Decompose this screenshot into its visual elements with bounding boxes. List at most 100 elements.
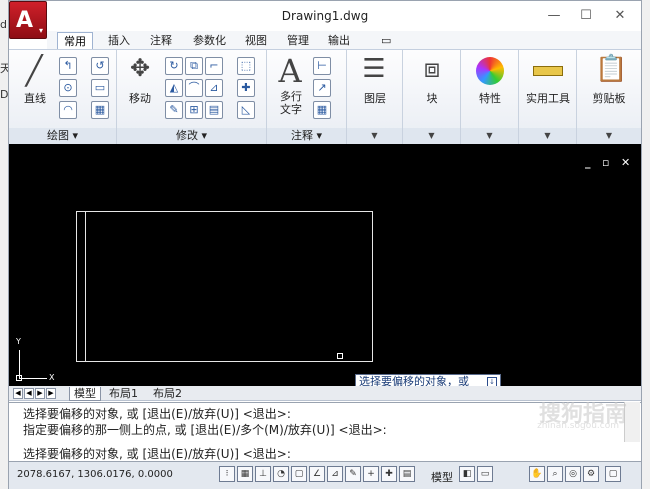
polyline-icon[interactable]: ↰ bbox=[59, 57, 77, 75]
modify-panel-label[interactable]: 修改 ▾ bbox=[117, 128, 266, 144]
dyn-icon[interactable]: ✎ bbox=[345, 466, 361, 482]
steeringwheel-icon[interactable]: ◎ bbox=[565, 466, 581, 482]
explode-icon[interactable]: ✚ bbox=[237, 79, 255, 97]
chevron-down-icon[interactable]: ▼ bbox=[461, 128, 518, 144]
chevron-down-icon[interactable]: ▼ bbox=[519, 128, 576, 144]
tab-output[interactable]: 输出 bbox=[322, 32, 356, 49]
drawn-rectangle[interactable] bbox=[76, 211, 373, 362]
first-tab-icon[interactable]: ◀ bbox=[13, 388, 23, 399]
copy-icon[interactable]: ⧉ bbox=[185, 57, 203, 75]
offset-line[interactable] bbox=[85, 211, 86, 362]
quickview-drawings-icon[interactable]: ▭ bbox=[477, 466, 493, 482]
sc-icon[interactable]: ▤ bbox=[399, 466, 415, 482]
command-history-line: 选择要偏移的对象, 或 [退出(E)/放弃(U)] <退出>: bbox=[23, 407, 291, 421]
tab-layout1[interactable]: 布局1 bbox=[105, 387, 142, 401]
move-button[interactable]: 移动 bbox=[121, 90, 159, 106]
trim-icon[interactable]: ⌐ bbox=[205, 57, 223, 75]
offset-icon[interactable]: ▤ bbox=[205, 101, 223, 119]
application-menu-button[interactable]: A ▾ bbox=[9, 1, 47, 39]
array-icon[interactable]: ⊞ bbox=[185, 101, 203, 119]
chevron-down-icon[interactable]: ▼ bbox=[403, 128, 460, 144]
utilities-panel[interactable]: 实用工具 ▼ bbox=[519, 50, 577, 144]
dimension-icon[interactable]: ⊢ bbox=[313, 57, 331, 75]
layers-panel[interactable]: ☰ 图层 ▼ bbox=[347, 50, 403, 144]
properties-panel[interactable]: 特性 ▼ bbox=[461, 50, 519, 144]
model-space-label[interactable]: 模型 bbox=[427, 469, 457, 485]
move-icon[interactable]: ✥ bbox=[123, 54, 157, 82]
leader-icon[interactable]: ↗ bbox=[313, 79, 331, 97]
fullscreen-icon[interactable]: ▢ bbox=[605, 466, 621, 482]
properties-label: 特性 bbox=[479, 92, 501, 105]
ortho-icon[interactable]: ⊥ bbox=[255, 466, 271, 482]
mtext-icon[interactable]: A bbox=[275, 52, 305, 90]
last-tab-icon[interactable]: ▶ bbox=[46, 388, 56, 399]
chamfer-icon[interactable]: ◺ bbox=[237, 101, 255, 119]
lineweight-icon[interactable]: + bbox=[363, 466, 379, 482]
autocad-logo-icon: A bbox=[16, 8, 34, 33]
pan-icon[interactable]: ✋ bbox=[529, 466, 545, 482]
tab-annotate[interactable]: 注释 bbox=[144, 32, 178, 49]
close-button[interactable]: ✕ bbox=[605, 5, 635, 27]
tab-layout2[interactable]: 布局2 bbox=[149, 387, 186, 401]
minimize-button[interactable]: — bbox=[539, 5, 569, 27]
ribbon: ╱ 直线 ↰ ⊙ ◠ ↺ ▭ ▦ 绘图 ▾ ✥ 移动 ↻ ⧉ ⌐ ⬚ ◭ ⌒ ⊿ bbox=[9, 49, 641, 144]
rotate-icon[interactable]: ↻ bbox=[165, 57, 183, 75]
utilities-label: 实用工具 bbox=[526, 92, 570, 105]
layers-icon: ☰ bbox=[362, 54, 386, 84]
fillet-icon[interactable]: ⌒ bbox=[185, 79, 203, 97]
stretch-icon[interactable]: ⬚ bbox=[237, 57, 255, 75]
grip-marker[interactable] bbox=[337, 353, 343, 359]
prev-tab-icon[interactable]: ◀ bbox=[24, 388, 34, 399]
mirror-icon[interactable]: ◭ bbox=[165, 79, 183, 97]
draw-panel-label[interactable]: 绘图 ▾ bbox=[9, 128, 116, 144]
line-button[interactable]: 直线 bbox=[13, 90, 57, 106]
viewport-restore-icon[interactable]: ▫ bbox=[602, 156, 609, 169]
tab-parametric[interactable]: 参数化 bbox=[187, 32, 232, 49]
tab-view[interactable]: 视图 bbox=[239, 32, 273, 49]
clipboard-panel[interactable]: 📋 剪贴板 ▼ bbox=[577, 50, 641, 144]
rectangle-icon[interactable]: ▭ bbox=[91, 79, 109, 97]
arc-icon[interactable]: ◠ bbox=[59, 101, 77, 119]
quickview-layouts-icon[interactable]: ◧ bbox=[459, 466, 475, 482]
block-panel[interactable]: ⧈ 块 ▼ bbox=[403, 50, 461, 144]
viewport-close-icon[interactable]: ✕ bbox=[621, 156, 630, 169]
annotation-panel: A 多行 文字 ⊢ ↗ ▦ 注释 ▾ bbox=[267, 50, 347, 144]
mtext-button[interactable]: 多行 文字 bbox=[273, 90, 309, 116]
viewport-minimize-icon[interactable]: _ bbox=[585, 156, 591, 169]
modify-panel: ✥ 移动 ↻ ⧉ ⌐ ⬚ ◭ ⌒ ⊿ ✚ ✎ ⊞ ▤ ◺ 修改 ▾ bbox=[117, 50, 267, 144]
annotation-panel-label[interactable]: 注释 ▾ bbox=[267, 128, 346, 144]
polar-icon[interactable]: ◔ bbox=[273, 466, 289, 482]
next-tab-icon[interactable]: ▶ bbox=[35, 388, 45, 399]
hatch-icon[interactable]: ▦ bbox=[91, 101, 109, 119]
qp-icon[interactable]: ✚ bbox=[381, 466, 397, 482]
chevron-down-icon[interactable]: ▼ bbox=[347, 128, 402, 144]
drawing-canvas[interactable]: _ ▫ ✕ Y X 选择要偏移的对象，或 ↓ bbox=[9, 144, 641, 390]
chevron-down-icon: ▾ bbox=[38, 26, 43, 35]
draw-panel: ╱ 直线 ↰ ⊙ ◠ ↺ ▭ ▦ 绘图 ▾ bbox=[9, 50, 117, 144]
undo-icon[interactable]: ↺ bbox=[91, 57, 109, 75]
command-history-line: 指定要偏移的那一侧上的点, 或 [退出(E)/多个(M)/放弃(U)] <退出>… bbox=[23, 423, 387, 437]
line-icon[interactable]: ╱ bbox=[19, 54, 49, 87]
otrack-icon[interactable]: ∠ bbox=[309, 466, 325, 482]
maximize-button[interactable]: ☐ bbox=[571, 5, 601, 27]
snap-icon[interactable]: ⁝ bbox=[219, 466, 235, 482]
table-icon[interactable]: ▦ bbox=[313, 101, 331, 119]
tab-insert[interactable]: 插入 bbox=[102, 32, 136, 49]
ucs-x-label: X bbox=[49, 373, 55, 382]
circle-icon[interactable]: ⊙ bbox=[59, 79, 77, 97]
zoom-icon[interactable]: ⌕ bbox=[547, 466, 563, 482]
ducs-icon[interactable]: ⊿ bbox=[327, 466, 343, 482]
autocad-window: Drawing1.dwg — ☐ ✕ A ▾ 常用 插入 注释 参数化 视图 管… bbox=[8, 0, 642, 489]
erase-icon[interactable]: ✎ bbox=[165, 101, 183, 119]
scale-icon[interactable]: ⊿ bbox=[205, 79, 223, 97]
command-input[interactable]: 选择要偏移的对象, 或 [退出(E)/放弃(U)] <退出>: bbox=[23, 445, 291, 462]
status-bar: 2078.6167, 1306.0176, 0.0000 ⁝ ▦ ⊥ ◔ ▢ ∠… bbox=[9, 461, 641, 489]
chevron-down-icon[interactable]: ▼ bbox=[577, 128, 641, 144]
tab-model[interactable]: 模型 bbox=[69, 387, 101, 401]
tab-manage[interactable]: 管理 bbox=[281, 32, 315, 49]
ribbon-minimize-icon[interactable]: ▭ bbox=[375, 32, 397, 49]
workspace-icon[interactable]: ⚙ bbox=[583, 466, 599, 482]
grid-icon[interactable]: ▦ bbox=[237, 466, 253, 482]
osnap-icon[interactable]: ▢ bbox=[291, 466, 307, 482]
tab-home[interactable]: 常用 bbox=[57, 32, 93, 49]
